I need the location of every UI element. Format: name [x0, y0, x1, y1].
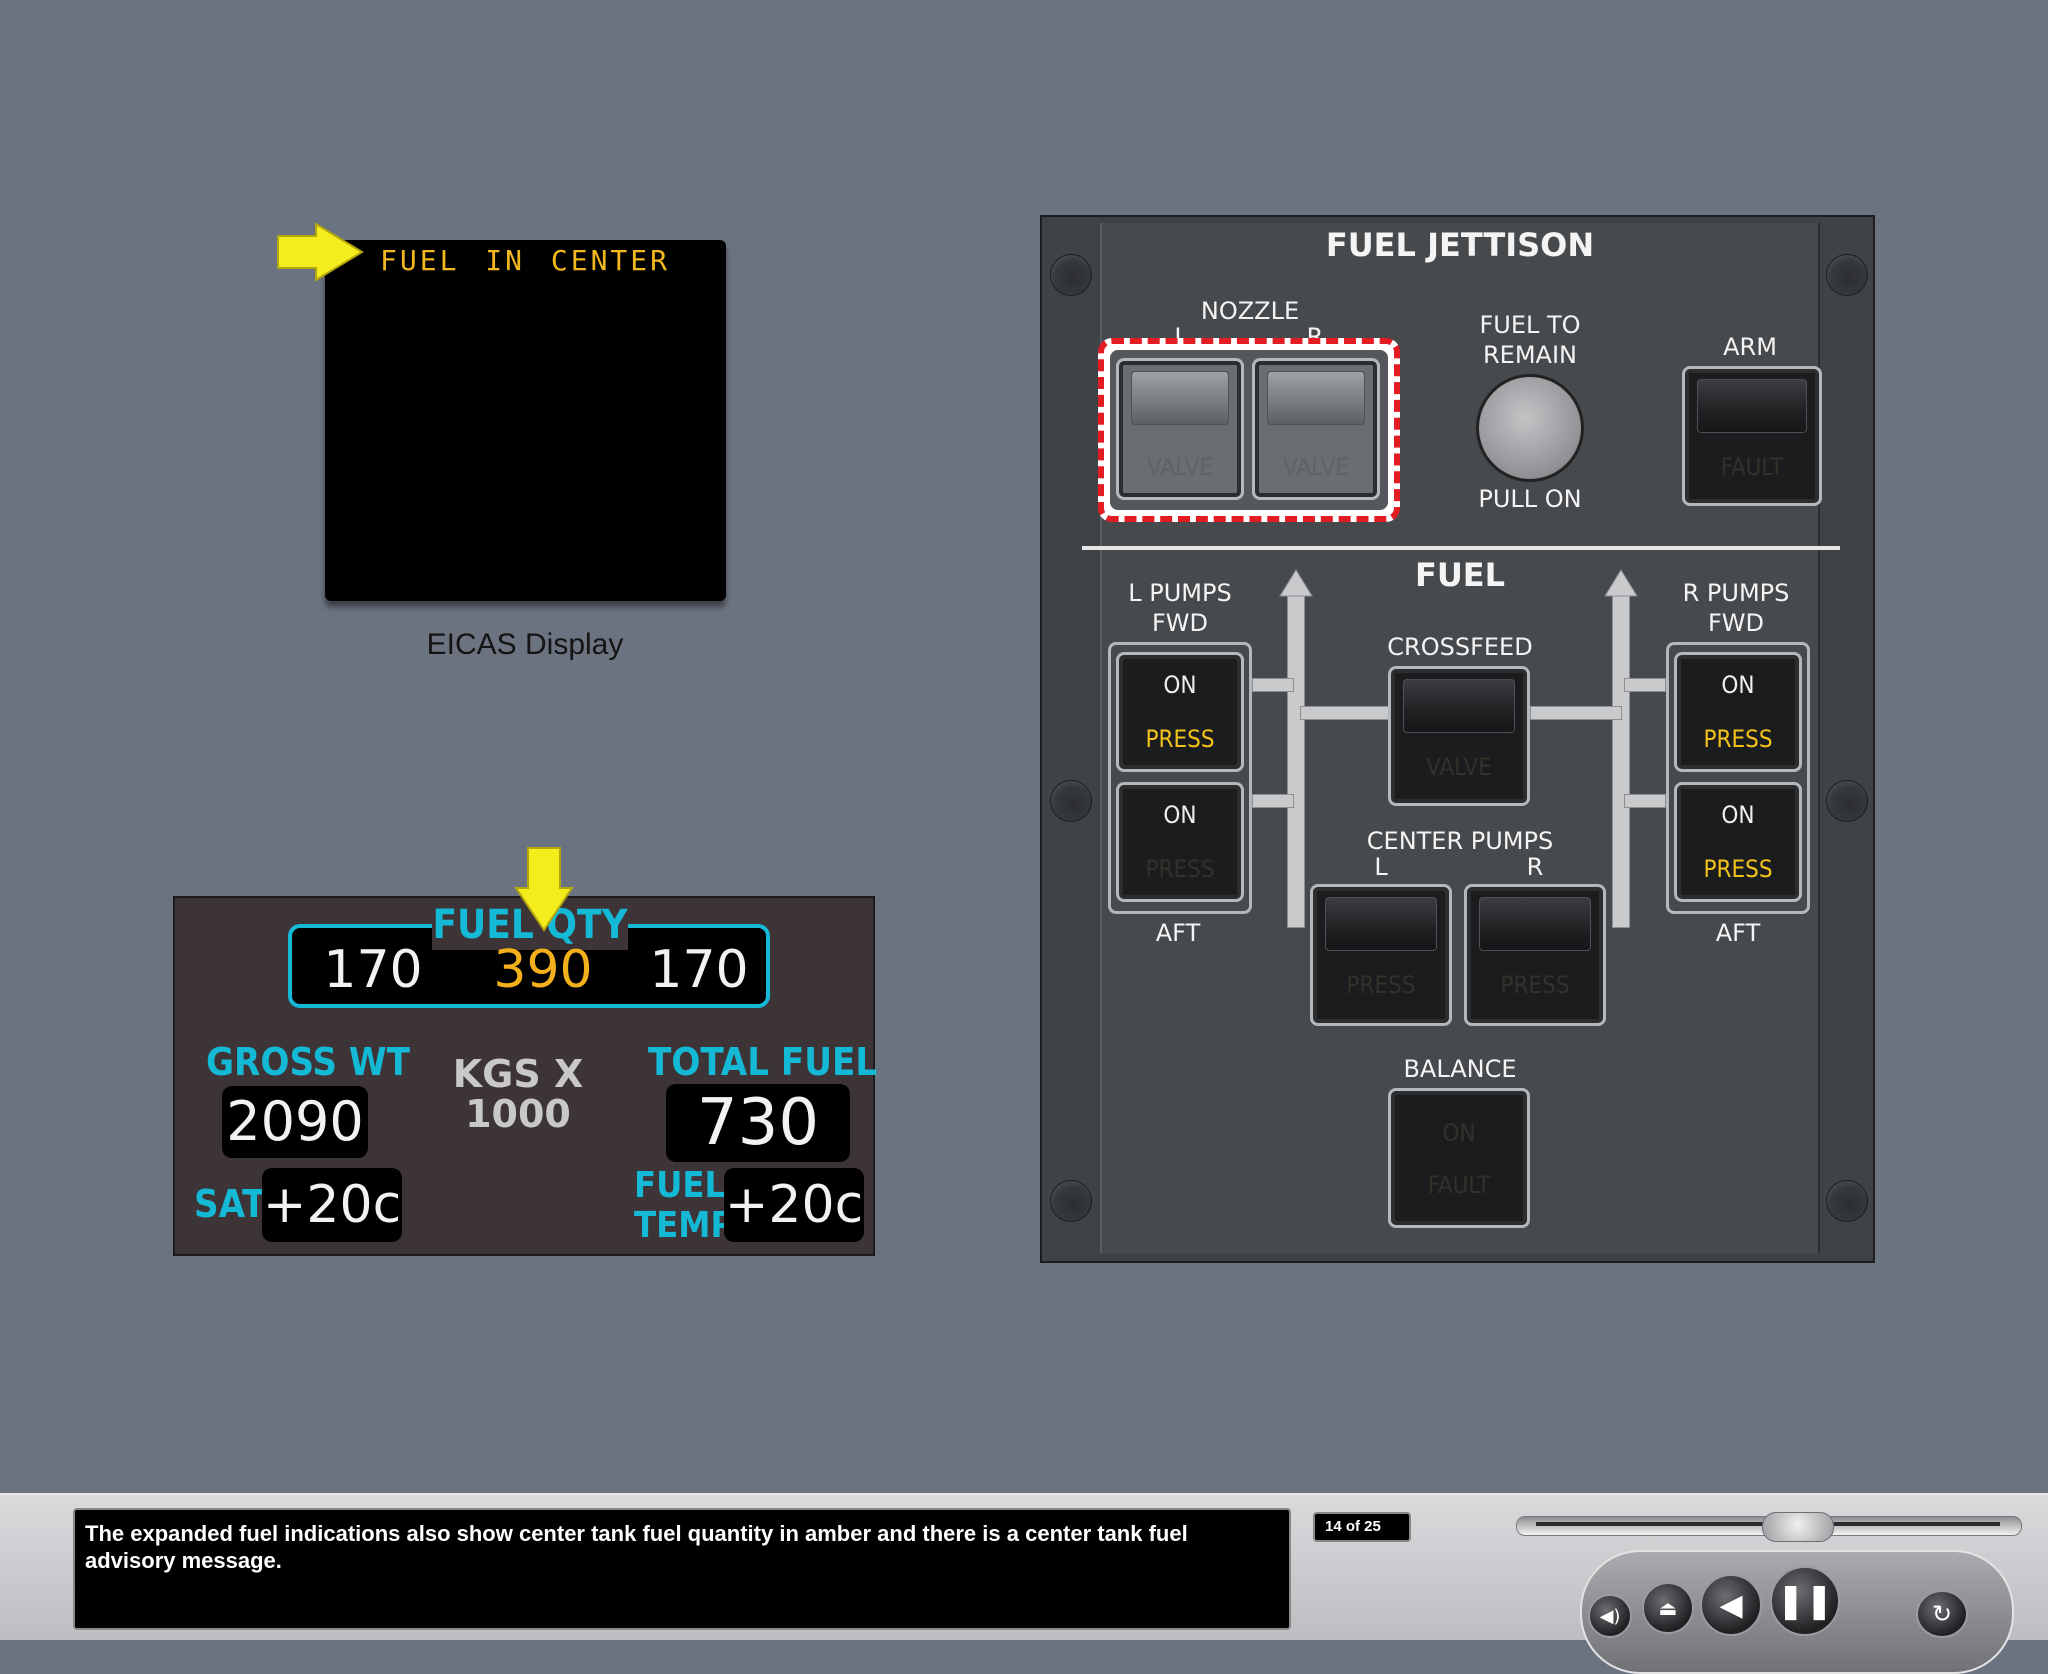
sat-value: +20c	[262, 1168, 402, 1242]
fuel-temp-label-1: FUEL	[634, 1165, 726, 1206]
narration-caption: The expanded fuel indications also show …	[73, 1508, 1291, 1630]
l-aft-press-legend: PRESS	[1145, 855, 1215, 883]
fuel-jettison-title: FUEL JETTISON	[1325, 226, 1595, 264]
flow-arrow-up-icon	[1604, 569, 1638, 597]
fuel-temp-value: +20c	[724, 1168, 864, 1242]
center-l-press-legend: PRESS	[1346, 971, 1416, 999]
balance-label: BALANCE	[1403, 1055, 1517, 1083]
pointer-arrow-icon	[277, 222, 364, 282]
eicas-advisory-message: FUEL IN CENTER	[380, 244, 671, 277]
fuel-to-remain-knob[interactable]	[1476, 374, 1584, 482]
r-pumps-line-2: FWD	[1707, 609, 1764, 637]
center-r-press-legend: PRESS	[1500, 971, 1570, 999]
fuel-line-stub	[1252, 678, 1294, 692]
panel-screw	[1826, 254, 1868, 296]
eject-icon: ⏏	[1658, 1596, 1678, 1620]
r-pumps-line-1: R PUMPS	[1682, 579, 1790, 607]
panel-screw	[1826, 780, 1868, 822]
center-tank-qty: 390	[493, 940, 593, 1000]
fuel-to-remain-line-2: REMAIN	[1483, 341, 1577, 369]
nozzle-l-valve-legend: VALVE	[1147, 453, 1213, 481]
progress-slider-thumb[interactable]	[1762, 1512, 1834, 1542]
center-l-pump-switch[interactable]: PRESS	[1310, 884, 1452, 1026]
panel-screw	[1050, 254, 1092, 296]
arm-switch[interactable]: FAULT	[1682, 366, 1822, 506]
arm-fault-legend: FAULT	[1720, 453, 1784, 481]
arm-label: ARM	[1723, 333, 1777, 361]
r-fwd-press-legend: PRESS	[1703, 725, 1773, 753]
pointer-arrow-down-icon	[514, 847, 574, 932]
l-pumps-line-2: FWD	[1151, 609, 1208, 637]
fuel-temp-label: FUEL TEMP	[634, 1166, 734, 1246]
pause-icon: ❚❚	[1776, 1581, 1834, 1621]
l-fwd-on-legend: ON	[1163, 671, 1197, 699]
total-fuel-value: 730	[666, 1084, 850, 1162]
r-pumps-label: R PUMPS FWD	[1666, 578, 1806, 638]
crossfeed-switch[interactable]: VALVE	[1388, 666, 1530, 806]
eject-button[interactable]: ⏏	[1642, 1582, 1694, 1634]
back-button[interactable]: ◀	[1700, 1574, 1762, 1636]
units-line-2: 1000	[465, 1092, 571, 1136]
volume-button[interactable]: ◀)	[1588, 1594, 1632, 1638]
eicas-display	[325, 240, 726, 601]
pause-button[interactable]: ❚❚	[1770, 1566, 1840, 1636]
replay-icon: ↻	[1931, 1600, 1953, 1628]
panel-divider	[1082, 546, 1840, 550]
units-line-1: KGS X	[452, 1052, 584, 1096]
crossfeed-line-right	[1530, 706, 1622, 720]
fuel-line-right	[1612, 590, 1630, 928]
balance-fault-legend: FAULT	[1427, 1171, 1491, 1199]
fuel-temp-label-2: TEMP	[634, 1205, 735, 1246]
l-pumps-label: L PUMPS FWD	[1110, 578, 1250, 638]
nozzle-r-valve-legend: VALVE	[1283, 453, 1349, 481]
r-aft-pump-switch[interactable]: ON PRESS	[1674, 782, 1802, 902]
l-pumps-line-1: L PUMPS	[1128, 579, 1232, 607]
fuel-line-left	[1287, 590, 1305, 928]
r-fwd-on-legend: ON	[1721, 671, 1755, 699]
sat-label: SAT	[194, 1182, 266, 1226]
center-l-label: L	[1374, 853, 1388, 881]
fuel-section-title: FUEL	[1414, 556, 1506, 594]
fuel-line-stub	[1624, 794, 1666, 808]
balance-switch[interactable]: ON FAULT	[1388, 1088, 1530, 1228]
balance-on-legend: ON	[1442, 1119, 1476, 1147]
center-r-label: R	[1526, 853, 1544, 881]
units-label: KGS X 1000	[440, 1054, 596, 1134]
l-fwd-pump-switch[interactable]: ON PRESS	[1116, 652, 1244, 772]
nozzle-r-switch[interactable]: VALVE	[1252, 358, 1380, 500]
center-r-pump-switch[interactable]: PRESS	[1464, 884, 1606, 1026]
crossfeed-valve-legend: VALVE	[1426, 753, 1492, 781]
l-aft-on-legend: ON	[1163, 801, 1197, 829]
fuel-to-remain-label: FUEL TO REMAIN	[1440, 310, 1620, 370]
panel-screw	[1826, 1180, 1868, 1222]
nozzle-l-switch[interactable]: VALVE	[1116, 358, 1244, 500]
page-counter: 14 of 25	[1313, 1512, 1411, 1542]
play-back-icon: ◀	[1719, 1587, 1743, 1623]
left-tank-qty: 170	[323, 940, 423, 1000]
l-fwd-press-legend: PRESS	[1145, 725, 1215, 753]
gross-wt-label: GROSS WT	[206, 1040, 410, 1084]
speaker-icon: ◀)	[1599, 1605, 1621, 1627]
l-aft-pump-switch[interactable]: ON PRESS	[1116, 782, 1244, 902]
fuel-to-remain-line-1: FUEL TO	[1479, 311, 1581, 339]
l-aft-label: AFT	[1155, 919, 1201, 947]
r-aft-label: AFT	[1715, 919, 1761, 947]
r-fwd-pump-switch[interactable]: ON PRESS	[1674, 652, 1802, 772]
pull-on-label: PULL ON	[1478, 485, 1582, 513]
replay-button[interactable]: ↻	[1916, 1590, 1968, 1638]
fuel-line-stub	[1252, 794, 1294, 808]
crossfeed-line-left	[1300, 706, 1392, 720]
fuel-line-stub	[1624, 678, 1666, 692]
right-tank-qty: 170	[649, 940, 749, 1000]
panel-screw	[1050, 780, 1092, 822]
panel-screw	[1050, 1180, 1092, 1222]
flow-arrow-up-icon	[1279, 569, 1313, 597]
eicas-caption: EICAS Display	[426, 628, 624, 661]
crossfeed-label: CROSSFEED	[1387, 633, 1533, 661]
r-aft-on-legend: ON	[1721, 801, 1755, 829]
r-aft-press-legend: PRESS	[1703, 855, 1773, 883]
total-fuel-label: TOTAL FUEL	[648, 1040, 878, 1084]
gross-wt-value: 2090	[222, 1086, 368, 1158]
